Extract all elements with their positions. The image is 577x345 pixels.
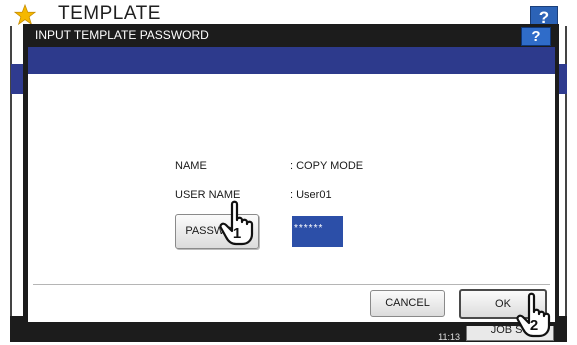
user-name-value: : User01 — [290, 189, 332, 201]
password-field[interactable]: ****** — [292, 216, 343, 247]
datetime-display: 11:13 — [416, 324, 460, 342]
input-template-password-dialog: INPUT TEMPLATE PASSWORD ? NAME : COPY MO… — [23, 24, 559, 326]
name-label: NAME — [175, 160, 207, 172]
step-1-label: 1 — [233, 225, 241, 242]
hand-pointer-icon: 1 — [219, 200, 254, 246]
star-icon — [14, 4, 36, 26]
cancel-button[interactable]: CANCEL — [370, 290, 445, 317]
divider — [33, 284, 550, 285]
dialog-header-band — [28, 47, 555, 74]
dialog-title: INPUT TEMPLATE PASSWORD — [35, 28, 209, 42]
dialog-help-button[interactable]: ? — [521, 27, 551, 46]
time-text: 11:13 — [438, 332, 460, 342]
dialog-body: NAME : COPY MODE USER NAME : User01 PASS… — [28, 74, 555, 322]
hand-pointer-icon: 2 — [516, 292, 551, 338]
background-title: TEMPLATE — [58, 3, 161, 24]
step-2-label: 2 — [530, 317, 538, 334]
name-value: : COPY MODE — [290, 160, 364, 172]
background-title-bar: TEMPLATE ? — [0, 0, 577, 28]
